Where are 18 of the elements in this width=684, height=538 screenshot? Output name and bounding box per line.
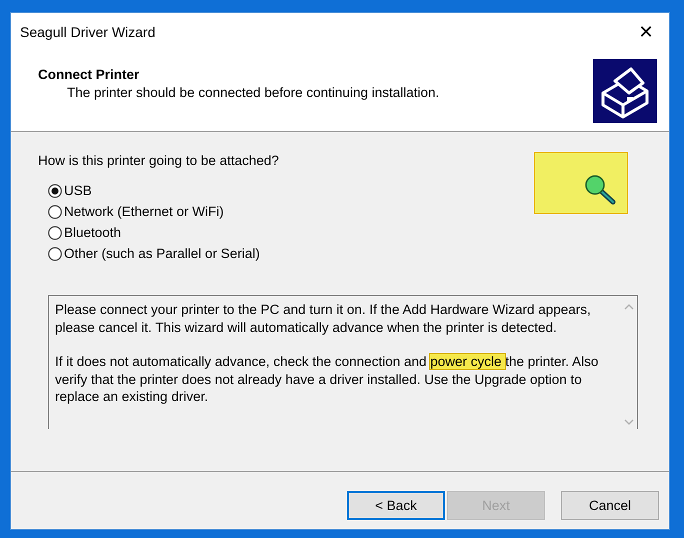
close-button[interactable]: ✕ (623, 13, 669, 51)
question-label: How is this printer going to be attached? (38, 153, 279, 168)
radio-icon[interactable] (48, 246, 62, 260)
wizard-button[interactable]: Cancel (561, 491, 659, 520)
radio-option[interactable]: Network (Ethernet or WiFi) (48, 204, 669, 219)
wizard-button[interactable]: < Back (347, 491, 445, 520)
radio-icon[interactable] (48, 226, 62, 240)
printer-icon (593, 59, 657, 123)
page-title: Connect Printer (38, 67, 140, 82)
page-subtitle: The printer should be connected before continuing installation. (66, 85, 440, 100)
window-title: Seagull Driver Wizard (20, 24, 156, 40)
radio-option[interactable]: Bluetooth (48, 225, 669, 240)
info-paragraph: Please connect your printer to the PC and turn it on. If the Add Hardware Wizard appears, please cancel it. This wizard will automatically advance when the printer is detected. (55, 301, 592, 336)
radio-icon[interactable] (48, 184, 62, 198)
radio-icon[interactable] (48, 204, 62, 218)
radio-option[interactable]: Other (such as Parallel or Serial) (48, 246, 669, 261)
info-paragraph: If it does not automatically advance, check the connection and power cycle the printer. Also verify that the printer does not already have a driver installed. Use the Upgrade option to replace an existing driver. (55, 353, 600, 406)
magnifier-icon (583, 175, 617, 205)
